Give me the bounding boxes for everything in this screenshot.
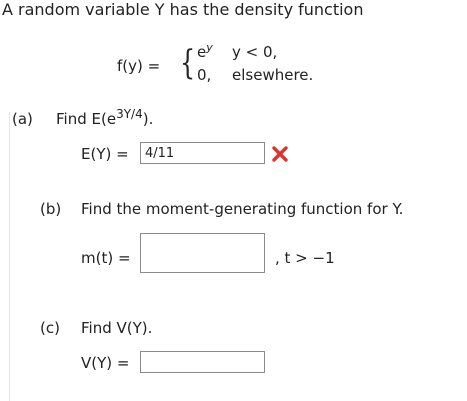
case1-exponent: y — [206, 41, 213, 54]
part-c-answer-input[interactable] — [140, 351, 265, 373]
part-b-answer-label: m(t) = — [81, 249, 131, 267]
part-b-condition: , t > −1 — [275, 249, 335, 267]
part-a-answer-label: E(Y) = — [81, 145, 129, 163]
part-a-prompt: Find E(e3Y/4). — [56, 107, 154, 128]
part-a-answer-input[interactable] — [140, 142, 265, 164]
part-c-prompt: Find V(Y). — [81, 319, 153, 337]
case1-base: e — [197, 43, 207, 61]
piecewise-brace: { — [180, 43, 196, 83]
part-c-marker: (c) — [40, 319, 60, 337]
density-case-1-condition: y < 0, — [232, 43, 278, 61]
density-lhs: f(y) = — [117, 57, 161, 75]
part-b-marker: (b) — [40, 200, 62, 218]
problem-intro: A random variable Y has the density func… — [2, 0, 364, 19]
incorrect-x-icon — [270, 144, 290, 164]
part-c-answer-label: V(Y) = — [81, 354, 130, 372]
density-case-2: 0, — [197, 66, 212, 84]
part-a-marker: (a) — [12, 110, 33, 128]
part-b-prompt: Find the moment-generating function for … — [81, 200, 404, 218]
density-case-1: ey — [197, 41, 213, 61]
left-rail-divider — [9, 112, 10, 401]
density-case-2-condition: elsewhere. — [232, 66, 314, 84]
part-b-answer-input[interactable] — [140, 233, 265, 273]
